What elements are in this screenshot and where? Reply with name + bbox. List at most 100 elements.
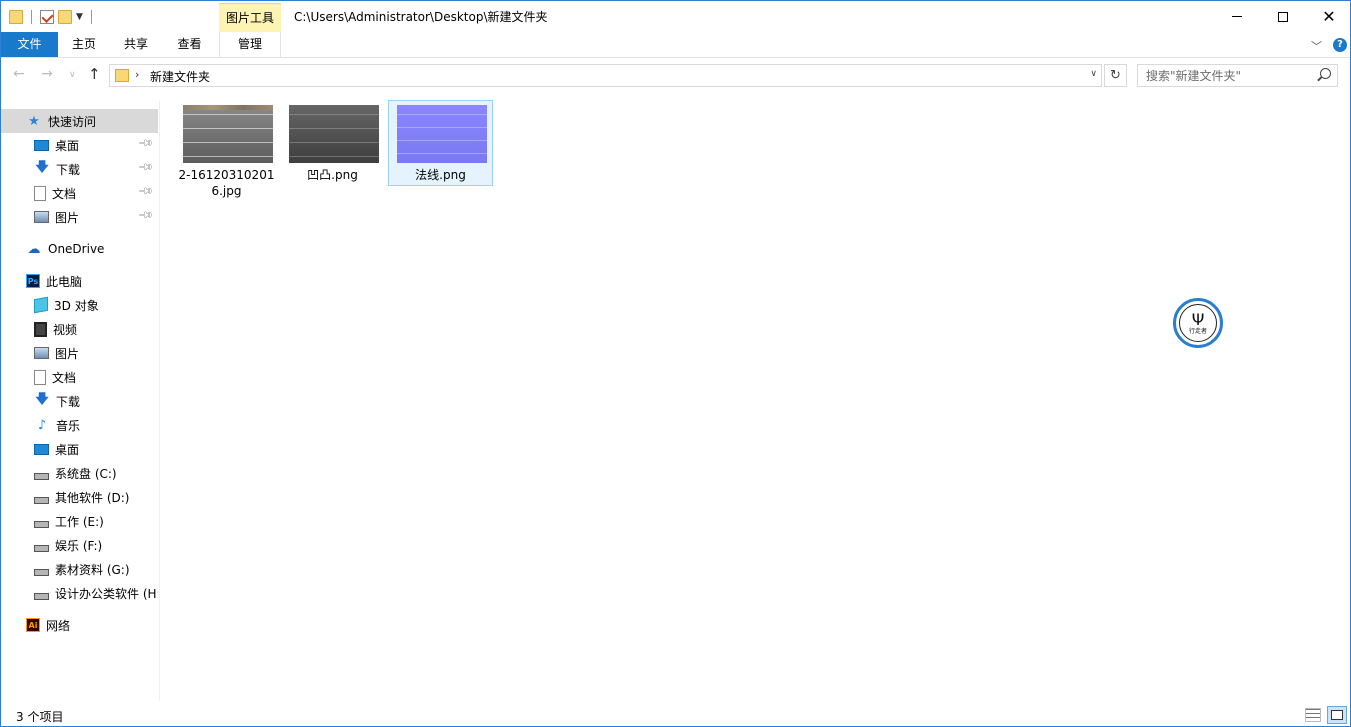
sidebar-item-label: 系统盘 (C:) (55, 466, 117, 481)
navigation-pane: ★ 快速访问 桌面 📌︎ 🡇 下载 📌︎ 文档 📌︎ 图片 📌︎ ☁ OneDr… (1, 101, 160, 701)
drive-icon (34, 592, 49, 600)
sidebar-item-label: 快速访问 (48, 114, 97, 129)
navigation-bar: ← → ∨ ↑ › 新建文件夹 ∨ ↻ (1, 59, 1350, 93)
sidebar-item-onedrive[interactable]: ☁ OneDrive (1, 237, 158, 261)
sidebar-item-pictures-pinned[interactable]: 图片 📌︎ (1, 205, 158, 229)
sidebar-item-label: 图片 (55, 210, 80, 225)
file-name-line: 2-16120310201 (178, 168, 275, 182)
folder-icon (9, 10, 23, 24)
toolbar-divider (31, 10, 32, 24)
system-drive-icon (34, 472, 49, 480)
sidebar-item-desktop-pinned[interactable]: 桌面 📌︎ (1, 133, 158, 157)
download-icon: 🡇 (35, 392, 49, 407)
pictures-icon (34, 347, 49, 359)
drive-icon (34, 568, 49, 576)
sidebar-item-documents-pinned[interactable]: 文档 📌︎ (1, 181, 158, 205)
image-thumbnail (289, 105, 379, 163)
customize-toolbar-icon[interactable]: ▼ (76, 12, 83, 22)
music-icon: ♪ (37, 417, 47, 433)
sidebar-item-drive-f[interactable]: 娱乐 (F:) (1, 533, 158, 557)
minimize-icon (1232, 16, 1242, 17)
tab-share[interactable]: 共享 (110, 32, 162, 57)
recent-locations-chevron-icon[interactable]: ∨ (69, 70, 76, 80)
document-icon (34, 185, 46, 201)
tab-manage[interactable]: 管理 (219, 32, 281, 57)
up-arrow-icon[interactable]: ↑ (88, 65, 101, 83)
deer-icon: Ψ (1191, 309, 1205, 329)
sidebar-item-pictures[interactable]: 图片 (1, 341, 158, 365)
back-arrow-icon[interactable]: ← (13, 66, 25, 82)
document-icon (34, 369, 46, 385)
breadcrumb-separator-icon[interactable]: › (135, 68, 139, 81)
explorer-window: ▼ 图片工具 C:\Users\Administrator\Desktop\新建… (0, 0, 1351, 727)
watermark-logo: Ψ 行走者 (1173, 298, 1223, 348)
sidebar-item-documents[interactable]: 文档 (1, 365, 158, 389)
maximize-button[interactable] (1260, 1, 1306, 32)
pin-icon[interactable]: 📌︎ (137, 135, 154, 152)
sidebar-item-label: 3D 对象 (54, 298, 99, 313)
sidebar-item-drive-h[interactable]: 设计办公类软件 (H: (1, 581, 158, 605)
status-bar: 3 个项目 (1, 703, 1350, 727)
download-icon: 🡇 (35, 160, 49, 175)
sidebar-item-drive-d[interactable]: 其他软件 (D:) (1, 485, 158, 509)
help-icon[interactable]: ? (1333, 38, 1347, 52)
minimize-button[interactable] (1214, 1, 1260, 32)
sidebar-item-downloads-pinned[interactable]: 🡇 下载 📌︎ (1, 157, 158, 181)
file-list[interactable]: 2-16120310201 6.jpg 凹凸.png 法线.png (161, 93, 1341, 701)
sidebar-item-downloads[interactable]: 🡇 下载 (1, 389, 158, 413)
sidebar-item-label: 视频 (53, 322, 78, 337)
address-history-chevron-icon[interactable]: ∨ (1090, 69, 1097, 79)
photoshop-icon: Ps (26, 274, 40, 288)
refresh-icon[interactable]: ↻ (1104, 64, 1127, 87)
sidebar-item-desktop[interactable]: 桌面 (1, 437, 158, 461)
sidebar-item-label: 文档 (52, 370, 77, 385)
sidebar-item-label: 其他软件 (D:) (55, 490, 130, 505)
3d-objects-icon (34, 296, 48, 314)
search-box[interactable] (1137, 64, 1338, 87)
expand-ribbon-chevron-icon[interactable]: ﹀ (1311, 38, 1322, 54)
details-view-icon[interactable] (1305, 708, 1321, 722)
search-input[interactable] (1138, 65, 1308, 86)
pin-icon[interactable]: 📌︎ (137, 183, 154, 200)
sidebar-item-label: 工作 (E:) (55, 514, 104, 529)
sidebar-item-label: 文档 (52, 186, 77, 201)
large-icons-view-icon[interactable] (1327, 706, 1347, 724)
sidebar-item-label: 图片 (55, 346, 80, 361)
breadcrumb-current-folder[interactable]: 新建文件夹 (150, 68, 210, 85)
sidebar-item-network[interactable]: Ai 网络 (1, 613, 158, 637)
sidebar-item-videos[interactable]: 视频 (1, 317, 158, 341)
pin-icon[interactable]: 📌︎ (137, 159, 154, 176)
file-item[interactable]: 2-16120310201 6.jpg (174, 100, 279, 198)
address-bar[interactable]: › 新建文件夹 ∨ (109, 64, 1102, 87)
sidebar-item-3d-objects[interactable]: 3D 对象 (1, 293, 158, 317)
tab-home[interactable]: 主页 (58, 32, 110, 57)
deer-logo-icon: Ψ 行走者 (1179, 304, 1217, 342)
sidebar-item-label: 下载 (56, 162, 81, 177)
close-button[interactable]: ✕ (1306, 1, 1351, 32)
image-thumbnail (183, 105, 273, 163)
file-item-selected[interactable]: 法线.png (388, 100, 493, 186)
new-folder-icon[interactable] (58, 10, 72, 24)
properties-icon[interactable] (40, 10, 54, 24)
item-count: 3 个项目 (16, 710, 64, 724)
sidebar-item-label: 下载 (56, 394, 81, 409)
drive-icon (34, 544, 49, 552)
quick-access-toolbar: ▼ (9, 6, 96, 28)
sidebar-item-this-pc[interactable]: Ps 此电脑 (1, 269, 158, 293)
maximize-icon (1278, 11, 1288, 22)
tab-file[interactable]: 文件 (1, 32, 58, 57)
search-icon[interactable] (1320, 68, 1331, 79)
sidebar-item-drive-c[interactable]: 系统盘 (C:) (1, 461, 158, 485)
sidebar-item-drive-g[interactable]: 素材资料 (G:) (1, 557, 158, 581)
ribbon-tabs: 文件 主页 共享 查看 管理 ﹀ ? (1, 32, 1350, 58)
pin-icon[interactable]: 📌︎ (137, 207, 154, 224)
window-title: C:\Users\Administrator\Desktop\新建文件夹 (294, 10, 548, 24)
sidebar-item-quick-access[interactable]: ★ 快速访问 (1, 109, 158, 133)
tab-view[interactable]: 查看 (162, 32, 217, 57)
desktop-icon (34, 139, 49, 151)
forward-arrow-icon[interactable]: → (41, 66, 53, 82)
sidebar-item-music[interactable]: ♪ 音乐 (1, 413, 158, 437)
file-item[interactable]: 凹凸.png (280, 100, 385, 186)
drive-icon (34, 496, 49, 504)
sidebar-item-drive-e[interactable]: 工作 (E:) (1, 509, 158, 533)
